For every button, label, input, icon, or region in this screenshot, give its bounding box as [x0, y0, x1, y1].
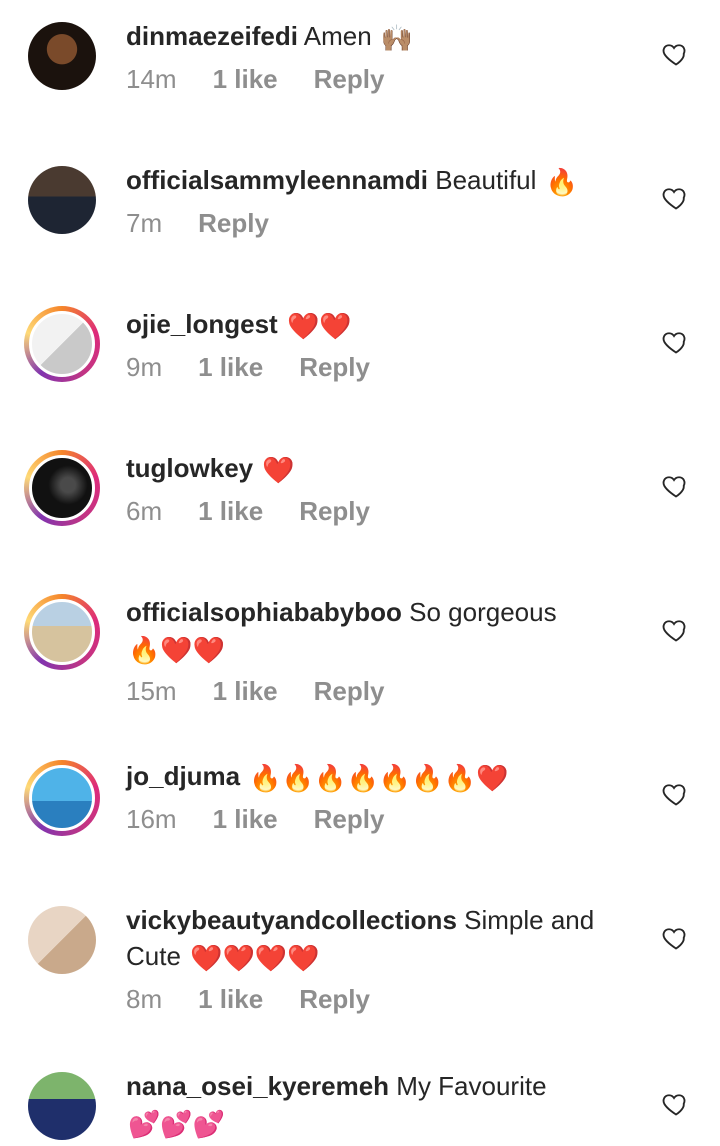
avatar[interactable]: [24, 594, 100, 670]
heart-outline-icon[interactable]: [662, 328, 690, 356]
comment-username[interactable]: vickybeautyandcollections: [126, 905, 457, 935]
comment-username[interactable]: nana_osei_kyeremeh: [126, 1071, 389, 1101]
heart-outline-icon[interactable]: [662, 924, 690, 952]
comment-emoji: 🔥🔥🔥🔥🔥🔥🔥❤️: [249, 763, 509, 794]
comment-username[interactable]: officialsammyleennamdi: [126, 165, 428, 195]
reply-button[interactable]: Reply: [299, 352, 370, 383]
avatar[interactable]: [24, 902, 100, 978]
comment-text: My Favourite: [396, 1071, 547, 1101]
comment-time: 6m: [126, 496, 163, 526]
comment-text: So gorgeous: [409, 597, 557, 627]
comment-time: 14m: [126, 64, 177, 94]
comment-likes[interactable]: 1 like: [198, 496, 263, 527]
comment-emoji: ❤️❤️❤️❤️: [190, 943, 320, 974]
reply-button[interactable]: Reply: [314, 804, 385, 835]
comment-username[interactable]: ojie_longest: [126, 309, 278, 339]
avatar[interactable]: [24, 450, 100, 526]
comment-emoji: 🔥: [545, 167, 579, 198]
reply-button[interactable]: Reply: [299, 984, 370, 1015]
avatar[interactable]: [24, 760, 100, 836]
avatar[interactable]: [24, 162, 100, 238]
comment-username[interactable]: tuglowkey: [126, 453, 253, 483]
comment-likes[interactable]: 1 like: [213, 804, 278, 835]
comment-text: Beautiful: [435, 165, 537, 195]
avatar[interactable]: [24, 18, 100, 94]
comment-time: 8m: [126, 984, 163, 1014]
comment-emoji: 💕💕💕: [128, 1109, 226, 1140]
comment-likes[interactable]: 1 like: [213, 676, 278, 707]
avatar[interactable]: [24, 1068, 100, 1144]
comment-time: 7m: [126, 208, 163, 238]
comment-likes[interactable]: 1 like: [213, 64, 278, 95]
comment-emoji: 🔥❤️❤️: [128, 635, 226, 666]
reply-button[interactable]: Reply: [198, 208, 269, 239]
avatar[interactable]: [24, 306, 100, 382]
reply-button[interactable]: Reply: [314, 676, 385, 707]
comment-text: Amen: [303, 21, 372, 51]
comment-time: 16m: [126, 804, 177, 834]
heart-outline-icon[interactable]: [662, 780, 690, 808]
heart-outline-icon[interactable]: [662, 616, 690, 644]
heart-outline-icon[interactable]: [662, 184, 690, 212]
heart-outline-icon[interactable]: [662, 472, 690, 500]
comment-emoji: 🙌🏽: [380, 23, 414, 54]
comment-username[interactable]: jo_djuma: [126, 761, 240, 791]
heart-outline-icon[interactable]: [662, 1090, 690, 1118]
comment-emoji: ❤️: [262, 455, 295, 486]
comment-time: 15m: [126, 676, 177, 706]
comment-time: 9m: [126, 352, 163, 382]
reply-button[interactable]: Reply: [314, 64, 385, 95]
comment-username[interactable]: dinmaezeifedi: [126, 21, 298, 51]
reply-button[interactable]: Reply: [299, 496, 370, 527]
comment-likes[interactable]: 1 like: [198, 984, 263, 1015]
comment-emoji: ❤️❤️: [286, 311, 352, 342]
comment-likes[interactable]: 1 like: [198, 352, 263, 383]
heart-outline-icon[interactable]: [662, 40, 690, 68]
comment-username[interactable]: officialsophiababyboo: [126, 597, 402, 627]
